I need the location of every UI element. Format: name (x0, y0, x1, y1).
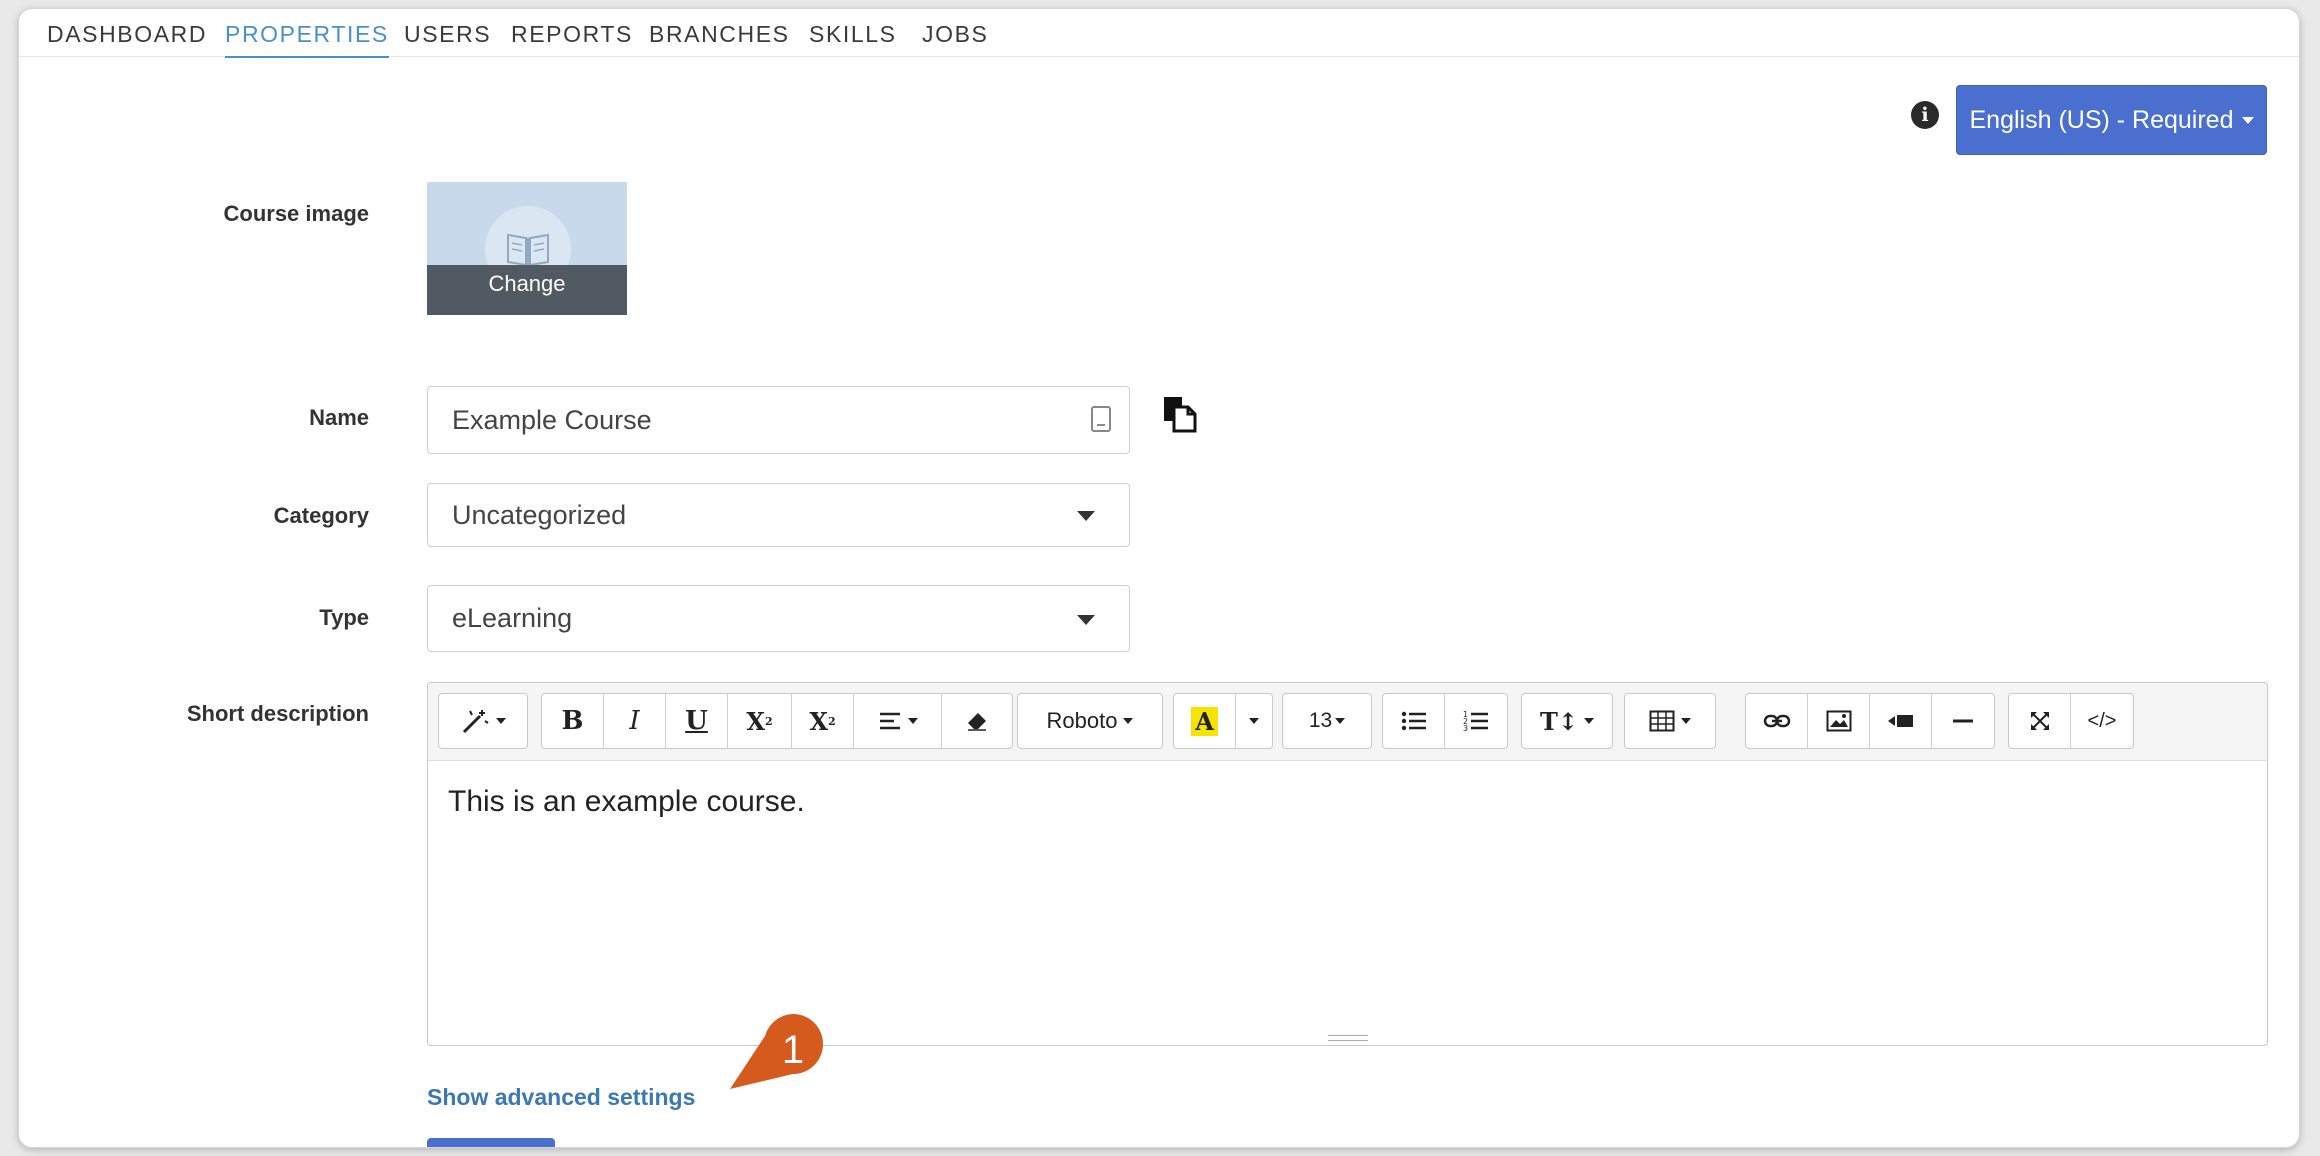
bullet-list-button[interactable] (1383, 694, 1445, 748)
table-group (1624, 693, 1716, 749)
font-group: Roboto (1017, 693, 1163, 749)
course-image-label: Course image (223, 201, 370, 226)
category-label: Category (273, 503, 369, 528)
copy-icon[interactable] (1162, 395, 1198, 433)
superscript-button[interactable]: X2 (728, 694, 792, 748)
tab-skills[interactable]: SKILLS (809, 21, 897, 56)
name-label: Name (309, 405, 369, 430)
info-icon[interactable]: i (1911, 101, 1939, 129)
course-properties-card: DASHBOARD PROPERTIES USERS REPORTS BRANC… (18, 8, 2300, 1148)
caret-down-icon (496, 718, 506, 724)
list-group: 1 2 3 (1382, 693, 1508, 749)
format-group: B I U X2 X2 (541, 693, 1013, 749)
caret-down-icon (1077, 511, 1095, 521)
type-label: Type (319, 605, 369, 630)
image-button[interactable] (1808, 694, 1870, 748)
tab-users[interactable]: USERS (404, 21, 491, 56)
video-button[interactable] (1870, 694, 1932, 748)
caret-down-icon (1123, 718, 1134, 724)
clear-format-button[interactable] (942, 694, 1012, 748)
font-family-select[interactable]: Roboto (1018, 694, 1162, 748)
fullscreen-icon (2030, 712, 2049, 730)
tab-reports[interactable]: REPORTS (511, 21, 633, 56)
name-input-value: Example Course (452, 404, 652, 435)
horizontal-rule-button[interactable] (1932, 694, 1994, 748)
editor-content[interactable]: This is an example course. (448, 785, 805, 819)
image-icon (1826, 710, 1851, 732)
type-select[interactable]: eLearning (427, 585, 1130, 652)
category-select[interactable]: Uncategorized (427, 483, 1130, 547)
tab-jobs[interactable]: JOBS (922, 21, 988, 56)
style-group (438, 693, 528, 749)
code-view-button[interactable]: </> (2071, 694, 2133, 748)
numbered-list-icon: 1 2 3 (1463, 710, 1488, 733)
text-height-icon: T↕ (1540, 706, 1578, 736)
caret-down-icon (1681, 718, 1691, 724)
save-button[interactable] (427, 1138, 555, 1147)
language-button-label: English (US) - Required (1969, 105, 2234, 134)
color-dropdown-button[interactable] (1236, 694, 1272, 748)
svg-text:3: 3 (1463, 724, 1468, 733)
tab-dashboard[interactable]: DASHBOARD (47, 21, 207, 56)
change-image-button[interactable]: Change (427, 265, 627, 315)
color-group: A (1173, 693, 1273, 749)
short-description-editor: B I U X2 X2 Roboto A 13 1 2 3 T↕ </> Thi… (427, 682, 2268, 1046)
magic-style-button[interactable] (439, 694, 527, 748)
step-callout-number: 1 (781, 1028, 805, 1072)
table-icon (1649, 710, 1675, 732)
size-group: 13 (1282, 693, 1372, 749)
text-color-button[interactable]: A (1174, 694, 1236, 748)
video-icon (1887, 715, 1913, 727)
numbered-list-button[interactable]: 1 2 3 (1445, 694, 1507, 748)
resize-handle[interactable] (1328, 1035, 1368, 1041)
magic-wand-icon (462, 710, 489, 734)
type-select-value: eLearning (452, 603, 573, 633)
font-family-value: Roboto (1046, 708, 1118, 733)
show-advanced-settings-link[interactable]: Show advanced settings (427, 1084, 695, 1111)
table-button[interactable] (1625, 694, 1715, 748)
subscript-button[interactable]: X2 (792, 694, 854, 748)
short-description-label: Short description (186, 701, 369, 726)
italic-button[interactable]: I (604, 694, 666, 748)
insert-group (1745, 693, 1995, 749)
line-height-button[interactable]: T↕ (1522, 694, 1612, 748)
align-left-icon (879, 712, 900, 730)
language-dropdown-button[interactable]: English (US) - Required (1956, 85, 2267, 155)
bold-button[interactable]: B (542, 694, 604, 748)
highlight-color-icon: A (1191, 706, 1218, 736)
caret-down-icon (1583, 718, 1594, 724)
tab-branches[interactable]: BRANCHES (649, 21, 790, 56)
paragraph-group: T↕ (1521, 693, 1613, 749)
book-icon (507, 233, 549, 267)
tab-properties[interactable]: PROPERTIES (225, 21, 389, 58)
fullscreen-button[interactable] (2009, 694, 2071, 748)
underline-button[interactable]: U (666, 694, 728, 748)
caret-down-icon (907, 718, 918, 724)
course-image-thumbnail[interactable]: Change (427, 182, 627, 315)
link-icon (1763, 714, 1790, 728)
eraser-icon (968, 713, 986, 731)
font-size-select[interactable]: 13 (1283, 694, 1371, 748)
tab-bar: DASHBOARD PROPERTIES USERS REPORTS BRANC… (19, 9, 2299, 58)
caret-down-icon (1335, 718, 1346, 724)
bullet-list-icon (1401, 711, 1426, 731)
caret-down-icon (1077, 614, 1095, 625)
link-button[interactable] (1746, 694, 1808, 748)
view-group: </> (2008, 693, 2134, 749)
category-select-value: Uncategorized (452, 499, 627, 530)
caret-down-icon (2241, 116, 2254, 124)
editor-toolbar: B I U X2 X2 Roboto A 13 1 2 3 T↕ </> (428, 683, 2267, 761)
contact-card-icon (1091, 406, 1111, 432)
name-input[interactable]: Example Course (427, 386, 1130, 454)
align-button[interactable] (854, 694, 942, 748)
caret-down-icon (1249, 718, 1259, 724)
horizontal-rule-icon (1953, 719, 1973, 723)
font-size-value: 13 (1308, 709, 1333, 732)
